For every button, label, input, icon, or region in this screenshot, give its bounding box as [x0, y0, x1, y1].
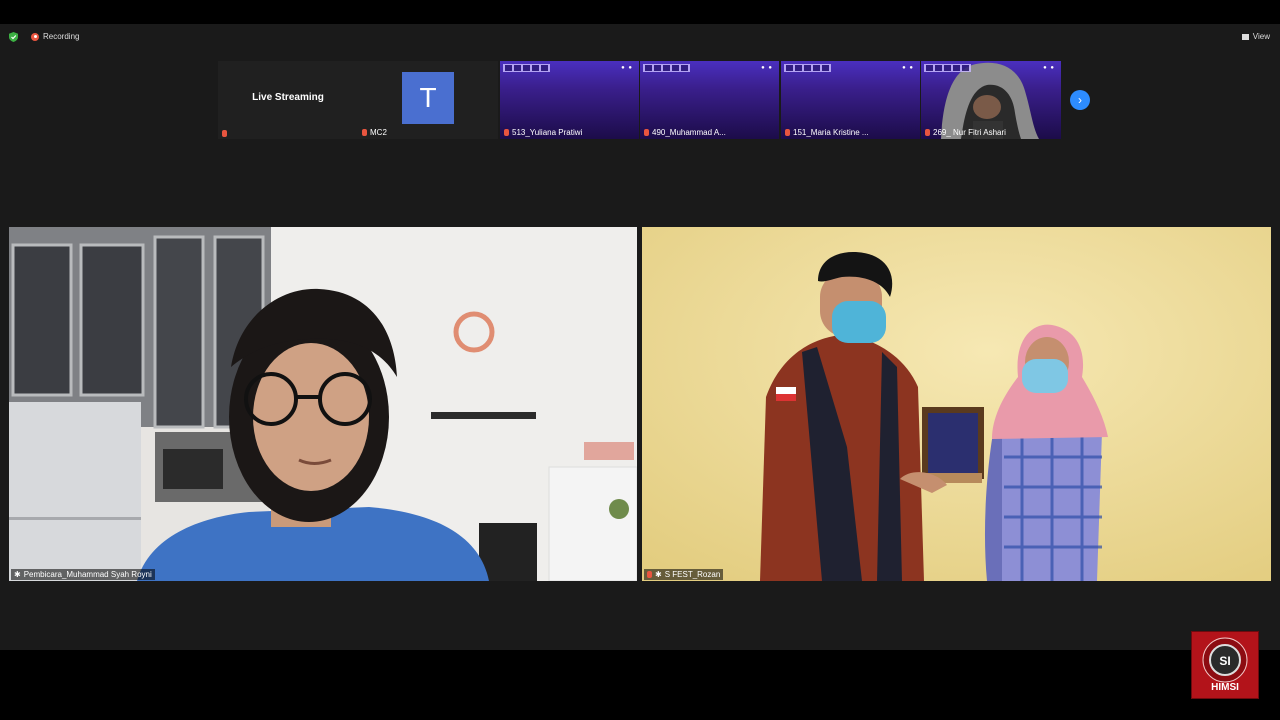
participant-name-tag — [222, 130, 227, 137]
avatar: T — [402, 72, 454, 124]
view-button[interactable]: View — [1241, 32, 1270, 41]
sfest-banner-logo — [784, 64, 831, 72]
pin-icon: ✱ — [655, 570, 662, 579]
participant-name-tag: 513_Yuliana Pratiwi — [504, 128, 582, 137]
participant-tile[interactable]: ● ● 151_Maria Kristine ... — [781, 61, 920, 139]
participant-tile[interactable]: ● ● 269_ Nur Fitri Ashari — [921, 61, 1061, 139]
video-feed — [9, 227, 637, 581]
grid-view-icon — [1241, 33, 1249, 40]
participant-name-tag: MC2 — [362, 128, 387, 137]
recording-indicator[interactable]: Recording — [31, 32, 79, 41]
participant-tile-mc2[interactable]: T MC2 — [358, 61, 498, 139]
participant-name-tag: ✱ S FEST_Rozan — [644, 569, 724, 580]
participant-name: 490_Muhammad A... — [652, 128, 726, 137]
svg-text:SI: SI — [1219, 654, 1230, 668]
himsi-logo: SI HIMSI — [1191, 631, 1259, 699]
muted-mic-icon — [362, 129, 367, 136]
muted-mic-icon — [644, 129, 649, 136]
participant-name-tag: 269_ Nur Fitri Ashari — [925, 128, 1006, 137]
more-options-icon[interactable]: ● ● — [761, 65, 773, 71]
participant-tile[interactable]: ● ● 513_Yuliana Pratiwi — [500, 61, 639, 139]
participant-name-tag: ✱ Pembicara_Muhammad Syah Royni — [11, 569, 155, 580]
participant-strip: Live Streaming T MC2 ● ● 513_Yuliana Pra… — [0, 61, 1280, 139]
logo-text: HIMSI — [1211, 682, 1239, 693]
participant-name: 151_Maria Kristine ... — [793, 128, 869, 137]
speaker-video-right[interactable]: ✱ S FEST_Rozan — [642, 227, 1271, 581]
recording-icon — [31, 32, 39, 41]
participant-display-name: Live Streaming — [252, 92, 324, 103]
zoom-meeting-window: Recording View Live Streaming T MC2 ● ● — [0, 24, 1280, 650]
meeting-topbar: Recording View — [0, 24, 1280, 50]
sfest-banner-logo — [503, 64, 550, 72]
participant-name: Pembicara_Muhammad Syah Royni — [23, 570, 152, 579]
sfest-banner-logo — [643, 64, 690, 72]
sfest-banner-logo — [924, 64, 971, 72]
participant-name: 269_ Nur Fitri Ashari — [933, 128, 1006, 137]
participant-tile[interactable]: ● ● 490_Muhammad A... — [640, 61, 779, 139]
security-shield-icon[interactable] — [9, 32, 18, 42]
muted-mic-icon — [925, 129, 930, 136]
pin-icon: ✱ — [14, 570, 21, 579]
muted-mic-icon — [222, 130, 227, 137]
next-page-button[interactable]: › — [1070, 90, 1090, 110]
participant-name-tag: 151_Maria Kristine ... — [785, 128, 869, 137]
muted-mic-icon — [785, 129, 790, 136]
more-options-icon[interactable]: ● ● — [621, 65, 633, 71]
participant-name: S FEST_Rozan — [664, 570, 721, 579]
muted-mic-icon — [504, 129, 509, 136]
chevron-right-icon: › — [1078, 93, 1082, 107]
recording-label: Recording — [43, 32, 80, 41]
view-label: View — [1252, 32, 1270, 41]
video-feed — [642, 227, 1271, 581]
more-options-icon[interactable]: ● ● — [1043, 65, 1055, 71]
muted-mic-icon — [647, 571, 652, 578]
participant-name: MC2 — [370, 128, 387, 137]
participant-name-tag: 490_Muhammad A... — [644, 128, 726, 137]
participant-tile-live-streaming[interactable]: Live Streaming — [218, 61, 358, 139]
speaker-video-left[interactable]: ✱ Pembicara_Muhammad Syah Royni — [9, 227, 637, 581]
more-options-icon[interactable]: ● ● — [902, 65, 914, 71]
letterbox-bottom — [0, 650, 1280, 720]
participant-name: 513_Yuliana Pratiwi — [512, 128, 583, 137]
